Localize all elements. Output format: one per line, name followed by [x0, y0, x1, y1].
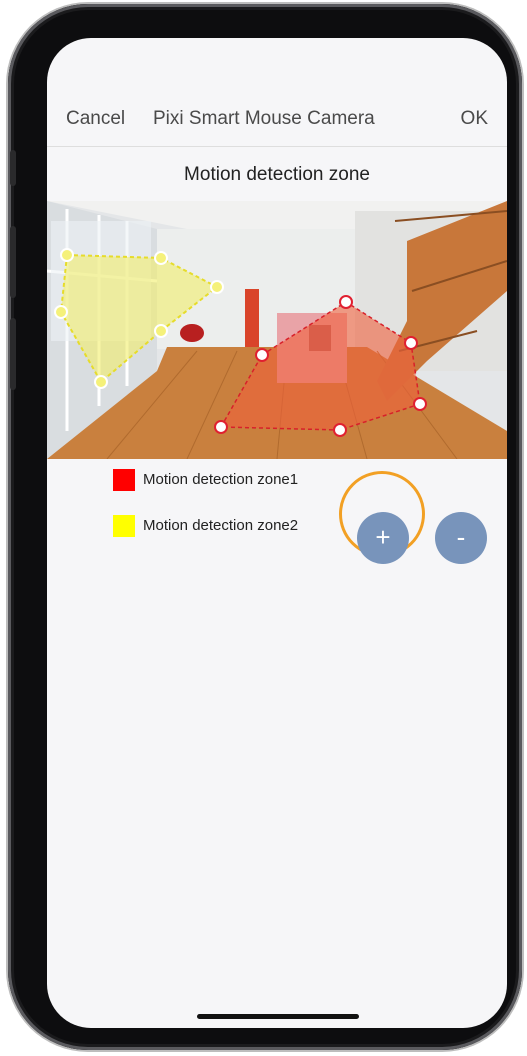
legend-label-zone1: Motion detection zone1 [143, 471, 299, 488]
nav-title: Pixi Smart Mouse Camera [153, 108, 375, 129]
home-indicator[interactable] [197, 1014, 359, 1019]
page-title: Motion detection zone [184, 164, 370, 185]
legend-label-zone2: Motion detection zone2 [143, 517, 299, 534]
zone1-handle [255, 348, 269, 362]
minus-icon: - [456, 522, 466, 552]
cancel-button[interactable]: Cancel [66, 108, 125, 130]
nav-bar: Cancel Pixi Smart Mouse Camera OK [47, 96, 507, 140]
zone1-handle [404, 336, 418, 350]
remove-zone-button[interactable]: - [435, 512, 487, 564]
nav-divider [47, 146, 507, 147]
mute-switch [10, 150, 16, 186]
zone2-handle [94, 375, 108, 389]
zone2-handle [54, 305, 68, 319]
volume-down-button [10, 318, 16, 390]
add-zone-button[interactable]: + [357, 512, 409, 564]
camera-view[interactable] [47, 201, 507, 459]
zone1-handle [214, 420, 228, 434]
zone1-handle [333, 423, 347, 437]
plus-icon: + [375, 522, 391, 552]
zone2-handle [60, 248, 74, 262]
zone2-swatch [113, 515, 135, 537]
zone2-handle [154, 324, 168, 338]
zone2-handle [210, 280, 224, 294]
zone2-handle [154, 251, 168, 265]
ok-button[interactable]: OK [461, 108, 488, 130]
zone1-swatch [113, 469, 135, 491]
zone1-handle [413, 397, 427, 411]
volume-up-button [10, 226, 16, 298]
zone1-handle [339, 295, 353, 309]
app-screen: Cancel Pixi Smart Mouse Camera OK Motion… [47, 38, 507, 1028]
